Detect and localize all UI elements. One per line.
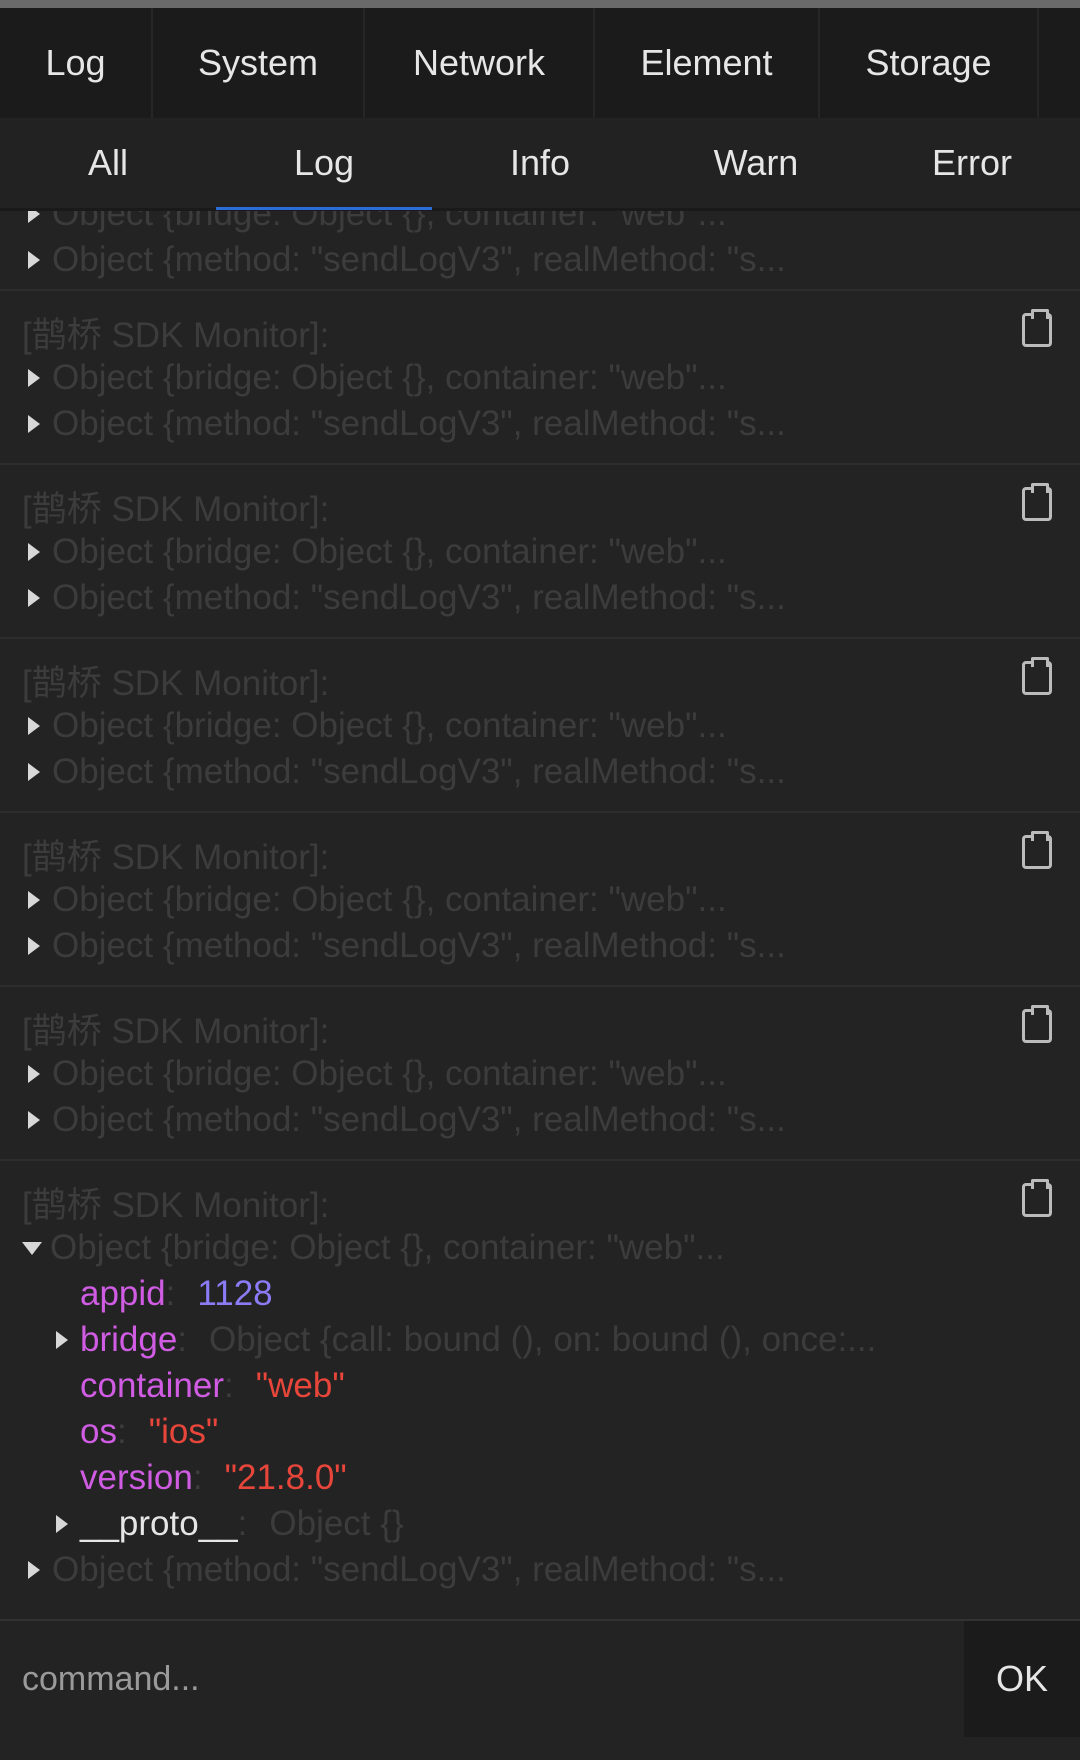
log-object-line[interactable]: Object {bridge: Object {}, container: "w… — [0, 1051, 1080, 1097]
property-row-version: version : "21.8.0" — [80, 1458, 347, 1497]
filter-warn[interactable]: Warn — [648, 118, 864, 208]
property-key: bridge — [80, 1320, 178, 1359]
log-object-line[interactable]: Object {method: "sendLogV3", realMethod:… — [0, 923, 1080, 969]
clipboard-icon[interactable] — [1022, 1005, 1052, 1043]
property-value: "web" — [255, 1366, 345, 1405]
log-entry-header: [鹊桥 SDK Monitor]: — [22, 1185, 330, 1225]
log-entry: [鹊桥 SDK Monitor]: Object {bridge: Object… — [0, 289, 1080, 463]
expand-arrow-icon[interactable] — [28, 369, 40, 387]
log-entry-header: [鹊桥 SDK Monitor]: — [22, 837, 330, 877]
log-entry: [鹊桥 SDK Monitor]: Object {bridge: Object… — [0, 637, 1080, 811]
clipboard-icon[interactable] — [1022, 831, 1052, 869]
log-entry: [鹊桥 SDK Monitor]: Object {bridge: Object… — [0, 985, 1080, 1159]
tab-network[interactable]: Network — [365, 8, 595, 118]
log-object-line[interactable]: Object {bridge: Object {}, container: "w… — [0, 703, 1080, 749]
log-object-line[interactable]: Object {method: "sendLogV3", realMethod:… — [0, 749, 1080, 795]
expand-arrow-icon[interactable] — [28, 717, 40, 735]
log-filter-bar: All Log Info Warn Error — [0, 118, 1080, 211]
property-row-bridge[interactable]: bridge : Object {call: bound (), on: bou… — [0, 1317, 1080, 1363]
tab-overflow[interactable] — [1039, 8, 1080, 118]
expand-arrow-icon[interactable] — [28, 1111, 40, 1129]
log-entry-header: [鹊桥 SDK Monitor]: — [22, 315, 330, 355]
property-row-container: container : "web" — [80, 1366, 345, 1405]
log-object-line[interactable]: Object {bridge: Object {}, container: "w… — [0, 211, 1080, 237]
filter-info[interactable]: Info — [432, 118, 648, 208]
log-object-line[interactable]: Object {bridge: Object {}, container: "w… — [0, 529, 1080, 575]
log-entry-header: [鹊桥 SDK Monitor]: — [22, 663, 330, 703]
expand-arrow-icon[interactable] — [28, 763, 40, 781]
property-value: Object {} — [269, 1504, 404, 1543]
log-entry: [鹊桥 SDK Monitor]: Object {bridge: Object… — [0, 463, 1080, 637]
expand-arrow-icon[interactable] — [28, 891, 40, 909]
property-key: container — [80, 1366, 224, 1405]
log-object-line-expanded[interactable]: Object {bridge: Object {}, container: "w… — [0, 1225, 1080, 1271]
expand-arrow-icon[interactable] — [28, 251, 40, 269]
log-entry-header: [鹊桥 SDK Monitor]: — [22, 1011, 330, 1051]
expand-arrow-icon[interactable] — [28, 415, 40, 433]
log-list[interactable]: Object {bridge: Object {}, container: "w… — [0, 211, 1080, 1619]
command-bar: OK — [0, 1619, 1080, 1737]
clipboard-icon[interactable] — [1022, 657, 1052, 695]
filter-error[interactable]: Error — [864, 118, 1080, 208]
clipboard-icon[interactable] — [1022, 1179, 1052, 1217]
tab-log[interactable]: Log — [0, 8, 153, 118]
property-value: "ios" — [148, 1412, 219, 1451]
expand-arrow-icon[interactable] — [56, 1515, 68, 1533]
filter-log[interactable]: Log — [216, 118, 432, 210]
log-object-line[interactable]: Object {method: "sendLogV3", realMethod:… — [0, 237, 1080, 283]
expand-arrow-icon[interactable] — [28, 589, 40, 607]
log-entry-partial: Object {bridge: Object {}, container: "w… — [0, 211, 1080, 283]
property-key: version — [80, 1458, 193, 1497]
expand-arrow-icon[interactable] — [28, 543, 40, 561]
top-status-strip — [0, 0, 1080, 8]
main-tab-bar: Log System Network Element Storage — [0, 8, 1080, 118]
log-object-line[interactable]: Object {bridge: Object {}, container: "w… — [0, 877, 1080, 923]
log-object-line[interactable]: Object {method: "sendLogV3", realMethod:… — [0, 1097, 1080, 1143]
log-object-line[interactable]: Object {bridge: Object {}, container: "w… — [0, 355, 1080, 401]
property-key: os — [80, 1412, 117, 1451]
tab-element[interactable]: Element — [595, 8, 820, 118]
clipboard-icon[interactable] — [1022, 483, 1052, 521]
log-entry: [鹊桥 SDK Monitor]: Object {bridge: Object… — [0, 811, 1080, 985]
collapse-arrow-icon[interactable] — [22, 1241, 42, 1255]
expand-arrow-icon[interactable] — [28, 937, 40, 955]
log-object-line[interactable]: Object {method: "sendLogV3", realMethod:… — [0, 575, 1080, 621]
log-object-line[interactable]: Object {method: "sendLogV3", realMethod:… — [0, 1547, 1080, 1593]
expand-arrow-icon[interactable] — [28, 1065, 40, 1083]
tab-system[interactable]: System — [153, 8, 365, 118]
ok-button[interactable]: OK — [964, 1621, 1080, 1737]
log-entry-header: [鹊桥 SDK Monitor]: — [22, 489, 330, 529]
property-key: __proto__ — [80, 1504, 238, 1543]
command-input[interactable] — [0, 1621, 964, 1737]
clipboard-icon[interactable] — [1022, 309, 1052, 347]
log-object-line[interactable]: Object {method: "sendLogV3", realMethod:… — [0, 401, 1080, 447]
expand-arrow-icon[interactable] — [56, 1331, 68, 1349]
filter-all[interactable]: All — [0, 118, 216, 208]
tab-storage[interactable]: Storage — [820, 8, 1039, 118]
expand-arrow-icon[interactable] — [28, 1561, 40, 1579]
expand-arrow-icon[interactable] — [28, 211, 40, 223]
property-value: Object {call: bound (), on: bound (), on… — [209, 1320, 877, 1359]
property-row-proto[interactable]: __proto__ : Object {} — [0, 1501, 1080, 1547]
property-value: "21.8.0" — [224, 1458, 347, 1497]
log-entry-expanded: [鹊桥 SDK Monitor]: Object {bridge: Object… — [0, 1159, 1080, 1619]
bottom-strip — [0, 1737, 1080, 1760]
property-row-appid: appid : 1128 — [80, 1274, 273, 1313]
property-row-os: os : "ios" — [80, 1412, 219, 1451]
property-key: appid — [80, 1274, 166, 1313]
property-value: 1128 — [197, 1274, 273, 1313]
